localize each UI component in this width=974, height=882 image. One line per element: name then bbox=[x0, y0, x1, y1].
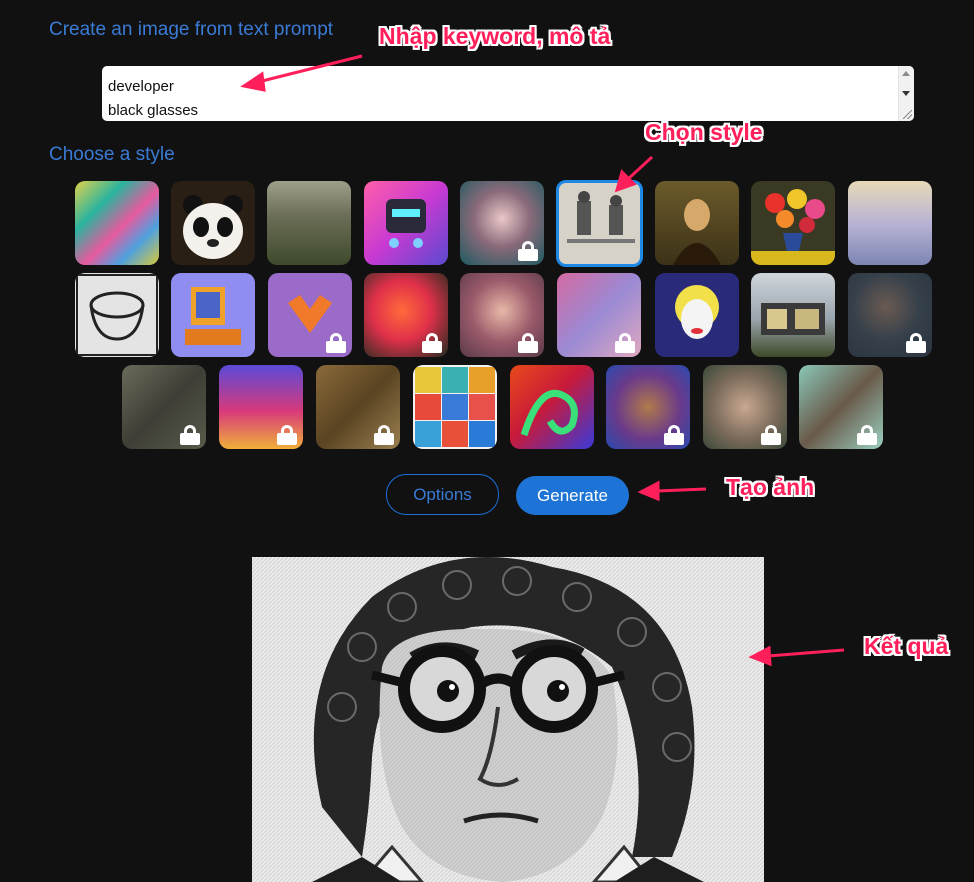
annotation-result: Kết quả bbox=[864, 633, 949, 659]
annotation-generate: Tạo ảnh bbox=[726, 474, 815, 500]
annotation-style: Chọn style bbox=[645, 119, 763, 145]
annotation-prompt: Nhập keyword, mô tả bbox=[379, 23, 611, 49]
annotation-arrows bbox=[240, 54, 845, 667]
